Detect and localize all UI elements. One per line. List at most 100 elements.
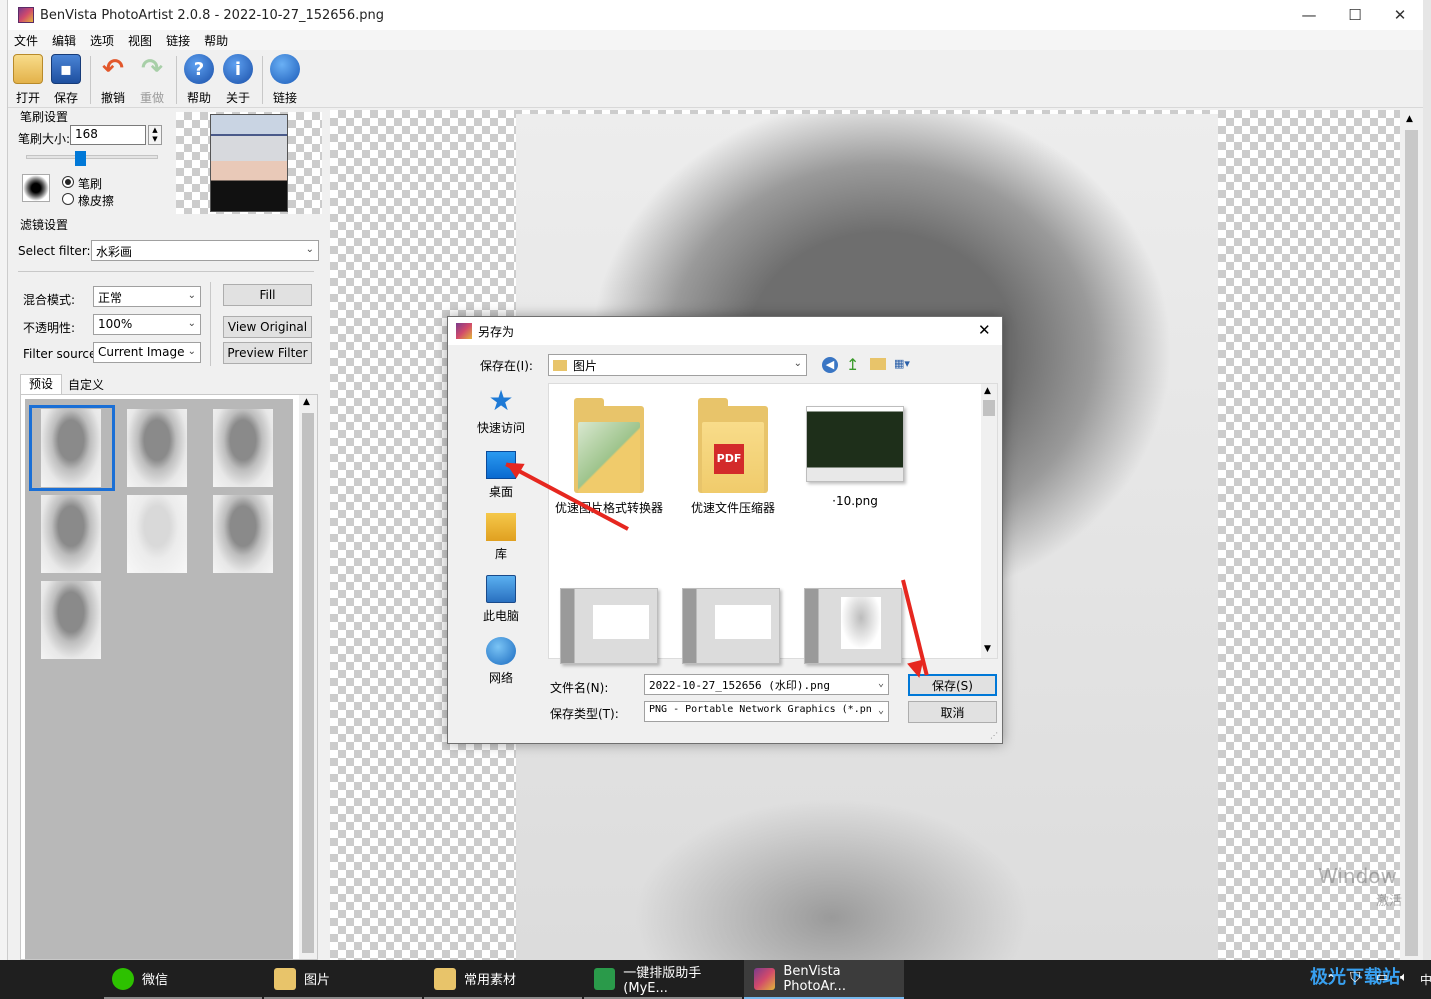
about-button[interactable]: i 关于	[218, 54, 258, 106]
scroll-thumb[interactable]	[1405, 130, 1418, 956]
place-label: 此电脑	[482, 609, 519, 623]
new-folder-icon[interactable]	[870, 358, 886, 370]
toolbar-separator	[262, 56, 263, 104]
undo-button[interactable]: ↶ 撤销	[93, 54, 133, 106]
place-network[interactable]: 网络	[456, 637, 546, 695]
redo-button[interactable]: ↷ 重做	[132, 54, 172, 106]
resize-grip-icon[interactable]: ⋰	[990, 731, 998, 740]
scroll-thumb[interactable]	[983, 400, 995, 416]
preset-thumbnail[interactable]	[213, 495, 273, 573]
canvas-scrollbar[interactable]: ▲	[1400, 110, 1423, 960]
tab-presets[interactable]: 预设	[20, 374, 62, 394]
taskbar-item-pictures[interactable]: 图片	[264, 960, 422, 999]
menu-view[interactable]: 视图	[128, 32, 152, 49]
file-item[interactable]	[671, 588, 791, 670]
file-item[interactable]: ·10.png	[795, 406, 915, 508]
brush-size-label: 笔刷大小:	[18, 132, 71, 146]
volume-icon[interactable]: 🔈︎	[1400, 970, 1408, 985]
shield-icon[interactable]: ⛉	[1350, 970, 1361, 986]
filter-select[interactable]: 水彩画 ⌄	[91, 240, 319, 261]
preset-thumbnail[interactable]	[41, 581, 101, 659]
preview-filter-button[interactable]: Preview Filter	[223, 342, 312, 364]
open-button[interactable]: 打开	[8, 54, 48, 106]
taskbar-item-photoartist[interactable]: BenVista PhotoAr...	[744, 960, 904, 999]
blend-mode-select[interactable]: 正常 ⌄	[93, 286, 201, 307]
brush-size-input[interactable]: 168	[70, 125, 146, 145]
preset-thumbnail[interactable]	[213, 409, 273, 487]
eraser-mode-radio[interactable]	[62, 193, 74, 205]
menu-edit[interactable]: 编辑	[52, 32, 76, 49]
file-list-scrollbar[interactable]: ▲ ▼	[981, 384, 997, 658]
file-name: ·10.png	[832, 494, 878, 508]
filter-select-value: 水彩画	[96, 245, 133, 259]
chevron-down-icon: ⌄	[877, 678, 884, 689]
back-icon[interactable]: ◀	[822, 357, 838, 373]
menu-help[interactable]: 帮助	[204, 32, 228, 49]
brush-size-slider[interactable]	[26, 151, 158, 166]
file-item[interactable]: PDF 优速文件压缩器	[673, 398, 793, 516]
save-button[interactable]: ▪ 保存	[46, 54, 86, 106]
filename-input[interactable]: 2022-10-27_152656 (水印).png ⌄	[644, 674, 889, 695]
taskbar-item-wechat[interactable]: 微信	[104, 960, 262, 999]
link-button[interactable]: 链接	[265, 54, 305, 106]
tab-custom[interactable]: 自定义	[64, 376, 108, 394]
slider-thumb[interactable]	[74, 151, 86, 166]
brush-size-spinner[interactable]: ▲ ▼	[148, 125, 162, 145]
ime-indicator[interactable]: 中	[1420, 971, 1431, 988]
preset-thumbnail[interactable]	[41, 409, 101, 487]
place-this-pc[interactable]: 此电脑	[456, 575, 546, 633]
opacity-select[interactable]: 100% ⌄	[93, 314, 201, 335]
taskbar-item-materials[interactable]: 常用素材	[424, 960, 582, 999]
view-original-button[interactable]: View Original	[223, 316, 312, 338]
tray-chevron-icon[interactable]: ⌃	[1326, 972, 1336, 986]
brush-mode-radio[interactable]	[62, 176, 74, 188]
save-in-select[interactable]: 图片 ⌄	[548, 354, 807, 376]
preset-grid	[25, 399, 293, 959]
place-quick-access[interactable]: ★ 快速访问	[456, 387, 546, 445]
taskbar-item-layout-assistant[interactable]: 一键排版助手(MyE...	[584, 960, 742, 999]
redo-icon: ↷	[141, 54, 163, 84]
file-item[interactable]	[793, 588, 913, 670]
view-menu-icon[interactable]: ▦▾	[894, 357, 910, 370]
menu-file[interactable]: 文件	[14, 32, 38, 49]
scroll-thumb[interactable]	[302, 413, 314, 953]
menu-link[interactable]: 链接	[166, 32, 190, 49]
background-window-edge	[1423, 0, 1431, 960]
close-button[interactable]: ✕	[1377, 0, 1423, 30]
taskbar-label: 一键排版助手(MyE...	[623, 965, 702, 996]
thumbnail-content	[715, 605, 771, 639]
help-button[interactable]: ? 帮助	[179, 54, 219, 106]
minimize-button[interactable]: —	[1286, 0, 1332, 30]
maximize-button[interactable]: ☐	[1332, 0, 1378, 30]
network-tray-icon[interactable]: ▭	[1376, 970, 1388, 985]
thumbnail-content	[841, 597, 881, 649]
dialog-close-button[interactable]: ✕	[978, 321, 991, 339]
select-filter-label: Select filter:	[18, 244, 91, 258]
up-folder-icon[interactable]: ↥	[846, 355, 859, 374]
menu-options[interactable]: 选项	[90, 32, 114, 49]
place-label: 库	[494, 547, 507, 561]
scroll-up-icon[interactable]: ▲	[1406, 114, 1413, 124]
scroll-up-icon[interactable]: ▲	[303, 397, 310, 407]
preset-thumbnail[interactable]	[127, 409, 187, 487]
filter-source-select[interactable]: Current Image ⌄	[93, 342, 201, 363]
preset-thumbnail[interactable]	[41, 495, 101, 573]
eraser-mode-label: 橡皮擦	[78, 194, 115, 208]
file-item[interactable]	[549, 588, 669, 670]
folder-icon	[553, 360, 567, 371]
scroll-up-icon[interactable]: ▲	[984, 386, 991, 396]
cancel-dialog-button[interactable]: 取消	[908, 701, 997, 723]
toolbar-separator	[90, 56, 91, 104]
chevron-down-icon: ⌄	[187, 318, 196, 329]
preset-scrollbar[interactable]: ▲	[299, 395, 317, 959]
preset-thumbnail[interactable]	[127, 495, 187, 573]
scroll-down-icon[interactable]: ▼	[984, 644, 991, 654]
place-libraries[interactable]: 库	[456, 513, 546, 571]
filter-source-label: Filter source:	[23, 347, 101, 361]
folder-icon	[574, 398, 644, 493]
folder-icon: PDF	[698, 398, 768, 493]
filetype-select[interactable]: PNG - Portable Network Graphics (*.pn ⌄	[644, 701, 889, 722]
filename-value: 2022-10-27_152656 (水印).png	[649, 679, 830, 692]
fill-button[interactable]: Fill	[223, 284, 312, 306]
filename-label: 文件名(N):	[550, 681, 609, 695]
